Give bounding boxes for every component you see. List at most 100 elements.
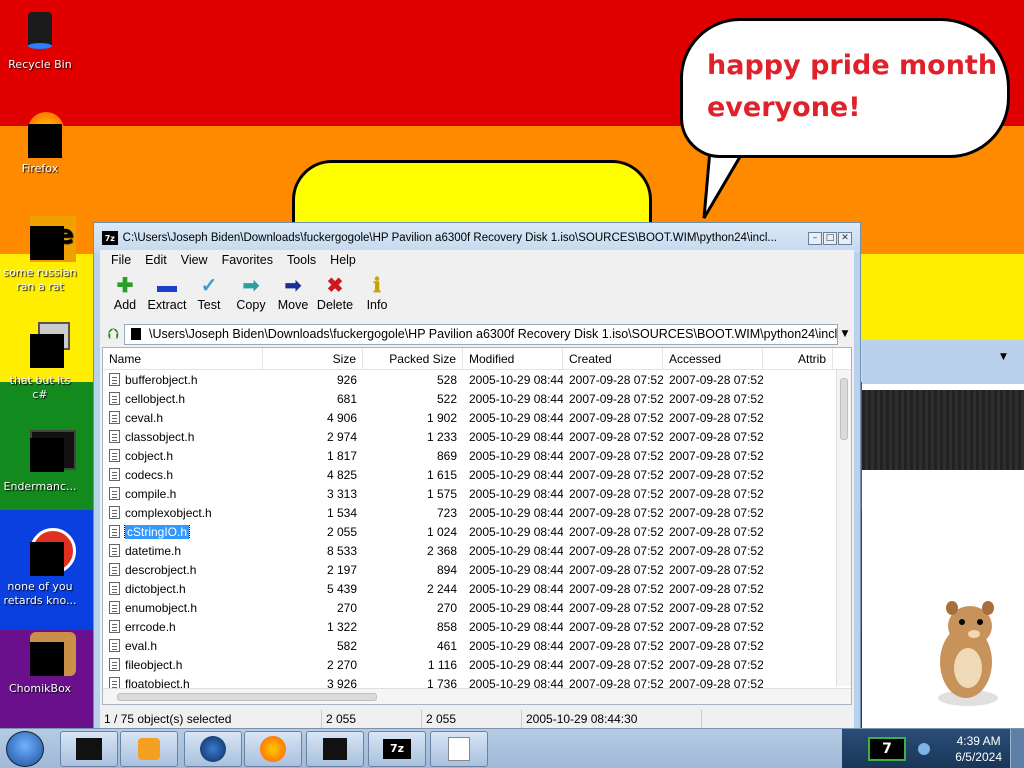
table-row[interactable]: complexobject.h 1 534 723 2005-10-29 08:44 2… xyxy=(103,503,851,522)
table-row[interactable]: enumobject.h 270 270 2005-10-29 08:44 2007-0… xyxy=(103,598,851,617)
start-button[interactable] xyxy=(6,731,44,767)
taskbar-app-4[interactable] xyxy=(244,731,302,767)
close-button[interactable]: ✕ xyxy=(838,231,852,245)
column-accessed[interactable]: Accessed xyxy=(663,348,763,369)
file-modified: 2005-10-29 08:44 xyxy=(469,600,563,615)
table-row[interactable]: cellobject.h 681 522 2005-10-29 08:44 2007-0… xyxy=(103,389,851,408)
taskbar-app-3[interactable] xyxy=(184,731,242,767)
info-button[interactable]: ℹ Info xyxy=(356,274,398,312)
file-accessed: 2007-09-28 07:52 xyxy=(669,467,763,482)
file-packed-size: 858 xyxy=(436,619,457,634)
show-desktop-button[interactable] xyxy=(1010,729,1024,768)
column-size[interactable]: Size xyxy=(263,348,363,369)
address-input[interactable]: \Users\Joseph Biden\Downloads\fuckergogo… xyxy=(124,323,838,345)
chevron-down-icon[interactable]: ▼ xyxy=(1000,352,1007,362)
file-icon xyxy=(109,620,120,633)
desktop-icon-chrome[interactable]: none of you retards kno... xyxy=(2,528,78,608)
file-name-cell: eval.h xyxy=(103,639,263,653)
menu-file[interactable]: File xyxy=(104,253,138,267)
add-button[interactable]: ✚ Add xyxy=(104,274,146,312)
desktop-icon-java-rat[interactable]: e some russian ran a rat xyxy=(2,214,78,294)
column-packed-size[interactable]: Packed Size xyxy=(363,348,463,369)
file-list: Name Size Packed Size Modified Created A… xyxy=(102,347,852,705)
file-rows: bufferobject.h 926 528 2005-10-29 08:44 2007… xyxy=(103,370,851,693)
delete-button[interactable]: ✖ Delete xyxy=(314,274,356,312)
move-button[interactable]: ➡ Move xyxy=(272,274,314,312)
taskbar-app-5[interactable] xyxy=(306,731,364,767)
vertical-scrollbar[interactable] xyxy=(836,370,851,686)
file-name: cStringIO.h xyxy=(123,524,191,539)
table-row[interactable]: ceval.h 4 906 1 902 2005-10-29 08:44 2007-09… xyxy=(103,408,851,427)
desktop-icon-recycle-bin[interactable]: Recycle Bin xyxy=(2,6,78,72)
clock-time: 4:39 AM xyxy=(956,734,1001,748)
extract-button[interactable]: ▬ Extract xyxy=(146,274,188,312)
desktop-icon-c-sharp[interactable]: that but its c# xyxy=(2,322,78,402)
scroll-thumb[interactable] xyxy=(117,693,377,701)
file-modified: 2005-10-29 08:44 xyxy=(469,429,563,444)
file-created: 2007-09-28 07:52 xyxy=(569,448,663,463)
clock[interactable]: 4:39 AM 6/5/2024 xyxy=(955,733,1002,765)
column-name[interactable]: Name xyxy=(103,348,263,369)
tray-7zip-icon[interactable]: 7 xyxy=(868,737,906,761)
table-row[interactable]: fileobject.h 2 270 1 116 2005-10-29 08:44 20… xyxy=(103,655,851,674)
horizontal-scrollbar[interactable] xyxy=(103,688,851,704)
desktop-icon-firefox[interactable]: Firefox xyxy=(2,110,78,176)
file-created: 2007-09-28 07:52 xyxy=(569,581,663,596)
file-created: 2007-09-28 07:52 xyxy=(569,486,663,501)
table-row[interactable]: compile.h 3 313 1 575 2005-10-29 08:44 2007-… xyxy=(103,484,851,503)
copy-label: Copy xyxy=(236,298,266,312)
file-icon xyxy=(109,411,120,424)
column-created[interactable]: Created xyxy=(563,348,663,369)
menu-favorites[interactable]: Favorites xyxy=(215,253,280,267)
file-name-cell: bufferobject.h xyxy=(103,373,263,387)
up-folder-icon[interactable]: ⮉ xyxy=(102,323,124,345)
menu-tools[interactable]: Tools xyxy=(280,253,323,267)
desktop-icon-chomikbox[interactable]: ChomikBox xyxy=(2,630,78,696)
background-window-toolbar: ▼ xyxy=(862,340,1024,384)
table-row[interactable]: cStringIO.h 2 055 1 024 2005-10-29 08:44 200… xyxy=(103,522,851,541)
network-icon[interactable] xyxy=(918,743,930,755)
table-row[interactable]: errcode.h 1 322 858 2005-10-29 08:44 2007-09… xyxy=(103,617,851,636)
add-label: Add xyxy=(113,298,137,312)
file-modified: 2005-10-29 08:44 xyxy=(469,448,563,463)
minimize-button[interactable]: – xyxy=(808,231,822,245)
desktop-icon-endermanch[interactable]: Endermanc... xyxy=(2,428,78,494)
file-size: 1 534 xyxy=(326,505,357,520)
scroll-thumb[interactable] xyxy=(840,378,848,440)
media-icon xyxy=(76,738,102,760)
table-row[interactable]: bufferobject.h 926 528 2005-10-29 08:44 2007… xyxy=(103,370,851,389)
table-row[interactable]: dictobject.h 5 439 2 244 2005-10-29 08:44 20… xyxy=(103,579,851,598)
copy-button[interactable]: ➡ Copy xyxy=(230,274,272,312)
window-titlebar[interactable]: 7z C:\Users\Joseph Biden\Downloads\fucke… xyxy=(94,223,860,253)
desktop-icon-label: some russian ran a rat xyxy=(3,266,77,293)
test-button[interactable]: ✓ Test xyxy=(188,274,230,312)
table-row[interactable]: classobject.h 2 974 1 233 2005-10-29 08:44 2… xyxy=(103,427,851,446)
chevron-down-icon[interactable]: ▼ xyxy=(838,329,852,339)
column-modified[interactable]: Modified xyxy=(463,348,563,369)
speech-bubble: happy pride month everyone! xyxy=(680,18,1010,158)
table-row[interactable]: cobject.h 1 817 869 2005-10-29 08:44 2007-09… xyxy=(103,446,851,465)
table-row[interactable]: codecs.h 4 825 1 615 2005-10-29 08:44 2007-0… xyxy=(103,465,851,484)
table-row[interactable]: eval.h 582 461 2005-10-29 08:44 2007-09-28 0… xyxy=(103,636,851,655)
file-size: 8 533 xyxy=(326,543,357,558)
file-name: ceval.h xyxy=(125,410,164,425)
menu-help[interactable]: Help xyxy=(323,253,363,267)
menu-view[interactable]: View xyxy=(174,253,215,267)
table-row[interactable]: datetime.h 8 533 2 368 2005-10-29 08:44 2007… xyxy=(103,541,851,560)
speech-line-2: everyone! xyxy=(707,92,861,123)
file-icon xyxy=(109,639,120,652)
file-modified: 2005-10-29 08:44 xyxy=(469,619,563,634)
file-packed-size: 522 xyxy=(436,391,457,406)
maximize-button[interactable]: □ xyxy=(823,231,837,245)
file-size: 2 270 xyxy=(326,657,357,672)
taskbar-app-6[interactable]: 7z xyxy=(368,731,426,767)
taskbar-app-1[interactable] xyxy=(60,731,118,767)
menu-edit[interactable]: Edit xyxy=(138,253,174,267)
table-row[interactable]: descrobject.h 2 197 894 2005-10-29 08:44 200… xyxy=(103,560,851,579)
taskbar-app-2[interactable] xyxy=(120,731,178,767)
column-attrib[interactable]: Attrib xyxy=(763,348,833,369)
minus-icon: ▬ xyxy=(157,275,177,297)
desktop-icon-label: none of you retards kno... xyxy=(3,580,77,607)
taskbar-app-7[interactable] xyxy=(430,731,488,767)
file-name-cell: errcode.h xyxy=(103,620,263,634)
